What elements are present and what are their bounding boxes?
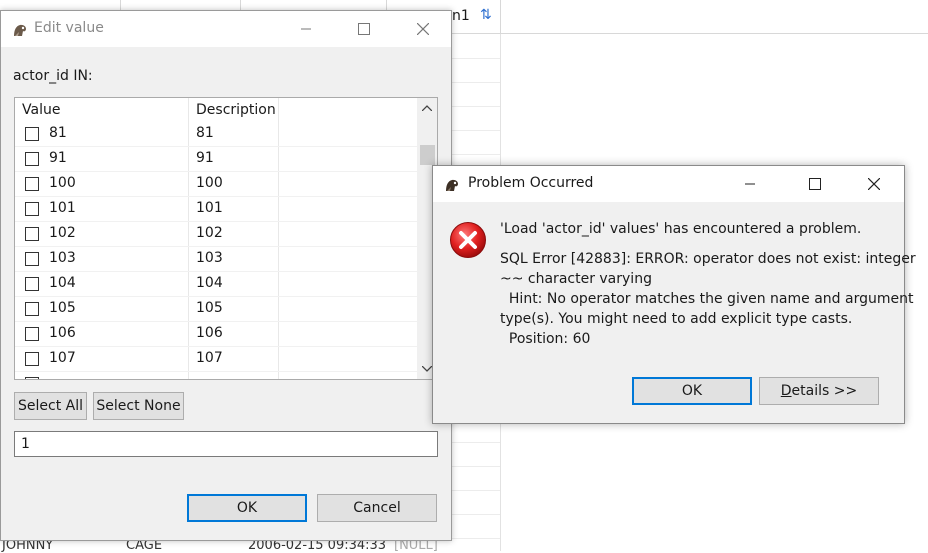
dbeaver-app-icon xyxy=(14,24,26,36)
close-button[interactable] xyxy=(852,166,896,202)
cell-value: 106 xyxy=(49,325,76,341)
error-detail-line: Hint: No operator matches the given name… xyxy=(500,291,914,307)
cancel-button[interactable]: Cancel xyxy=(317,494,437,522)
value-input[interactable] xyxy=(14,431,438,457)
table-row[interactable]: 106 106 xyxy=(15,322,417,347)
cell-value: 105 xyxy=(49,300,76,316)
dialog-title: Problem Occurred xyxy=(468,175,594,191)
minimize-icon xyxy=(301,28,311,30)
values-table[interactable]: Value Description 81 81 91 91 100 100 10… xyxy=(14,97,438,380)
error-detail-line: SQL Error [42883]: ERROR: operator does … xyxy=(500,251,916,267)
ok-button[interactable]: OK xyxy=(632,377,752,405)
row-checkbox[interactable] xyxy=(25,352,39,366)
table-row[interactable]: 105 105 xyxy=(15,297,417,322)
table-row[interactable]: 104 104 xyxy=(15,272,417,297)
cell-description: 105 xyxy=(196,300,223,316)
details-button[interactable]: Details >> xyxy=(759,377,879,405)
close-button[interactable] xyxy=(401,11,445,47)
cell-description: 103 xyxy=(196,250,223,266)
maximize-icon xyxy=(358,23,370,35)
cell-description: 91 xyxy=(196,150,214,166)
scroll-up-icon[interactable] xyxy=(417,98,437,118)
error-detail-line: Position: 60 xyxy=(500,331,591,347)
table-row[interactable]: 103 103 xyxy=(15,247,417,272)
maximize-icon xyxy=(809,178,821,190)
row-checkbox[interactable] xyxy=(25,302,39,316)
ok-button[interactable]: OK xyxy=(187,494,307,522)
cell-value: 91 xyxy=(49,150,67,166)
cell-value: 102 xyxy=(49,225,76,241)
minimize-icon xyxy=(745,183,755,185)
minimize-button[interactable] xyxy=(728,166,772,202)
table-row[interactable]: 101 101 xyxy=(15,197,417,222)
cell-description: 107 xyxy=(196,350,223,366)
cell-value: 81 xyxy=(49,125,67,141)
error-icon xyxy=(450,222,486,258)
table-row-partial[interactable] xyxy=(15,372,417,379)
row-checkbox[interactable] xyxy=(25,152,39,166)
cell-value: 103 xyxy=(49,250,76,266)
close-icon xyxy=(868,178,880,190)
cell-value: 101 xyxy=(49,200,76,216)
error-summary: 'Load 'actor_id' values' has encountered… xyxy=(500,221,862,237)
minimize-button[interactable] xyxy=(284,11,328,47)
edit-value-dialog: Edit value actor_id IN: Value Descriptio… xyxy=(0,10,452,541)
row-checkbox[interactable] xyxy=(25,377,39,379)
cell-description: 81 xyxy=(196,125,214,141)
row-checkbox[interactable] xyxy=(25,177,39,191)
cell-description: 101 xyxy=(196,200,223,216)
dbeaver-app-icon xyxy=(446,179,458,191)
cell-description: 100 xyxy=(196,175,223,191)
select-all-button[interactable]: Select All xyxy=(14,392,87,420)
cell-value: 107 xyxy=(49,350,76,366)
title-bar[interactable]: Problem Occurred xyxy=(433,166,904,202)
table-row[interactable]: JOHNNY CAGE 2006-02-15 09:34:33 [NULL] xyxy=(0,538,500,553)
table-header: Value Description xyxy=(15,98,417,122)
maximize-button[interactable] xyxy=(793,166,837,202)
row-checkbox[interactable] xyxy=(25,202,39,216)
row-checkbox[interactable] xyxy=(25,252,39,266)
scrollbar-thumb[interactable] xyxy=(420,145,435,165)
filter-label: actor_id IN: xyxy=(13,68,93,84)
cell-value: 100 xyxy=(49,175,76,191)
error-detail-line: ~~ character varying xyxy=(500,271,652,287)
cell-description: 102 xyxy=(196,225,223,241)
details-label: etails >> xyxy=(791,383,858,399)
cell-value: 104 xyxy=(49,275,76,291)
cell-description: 106 xyxy=(196,325,223,341)
column-header-value[interactable]: Value xyxy=(22,102,60,118)
maximize-button[interactable] xyxy=(342,11,386,47)
details-accelerator: D xyxy=(780,383,792,399)
close-icon xyxy=(417,23,429,35)
row-checkbox[interactable] xyxy=(25,327,39,341)
sort-filter-icon[interactable]: ⇅ xyxy=(480,7,492,23)
table-row[interactable]: 102 102 xyxy=(15,222,417,247)
error-detail-line: type(s). You might need to add explicit … xyxy=(500,311,853,327)
title-bar[interactable]: Edit value xyxy=(1,11,451,47)
select-none-button[interactable]: Select None xyxy=(93,392,184,420)
column-separator[interactable] xyxy=(500,0,501,34)
table-row[interactable]: 81 81 xyxy=(15,122,417,147)
row-checkbox[interactable] xyxy=(25,127,39,141)
row-checkbox[interactable] xyxy=(25,277,39,291)
dialog-title: Edit value xyxy=(34,20,104,36)
row-checkbox[interactable] xyxy=(25,227,39,241)
cell-description: 104 xyxy=(196,275,223,291)
problem-occurred-dialog: Problem Occurred 'Load 'actor_id' values… xyxy=(432,165,916,424)
table-row[interactable]: 91 91 xyxy=(15,147,417,172)
table-row[interactable]: 100 100 xyxy=(15,172,417,197)
column-header-description[interactable]: Description xyxy=(196,102,276,118)
table-row[interactable]: 107 107 xyxy=(15,347,417,372)
column-header-name[interactable]: n1 xyxy=(452,8,470,24)
